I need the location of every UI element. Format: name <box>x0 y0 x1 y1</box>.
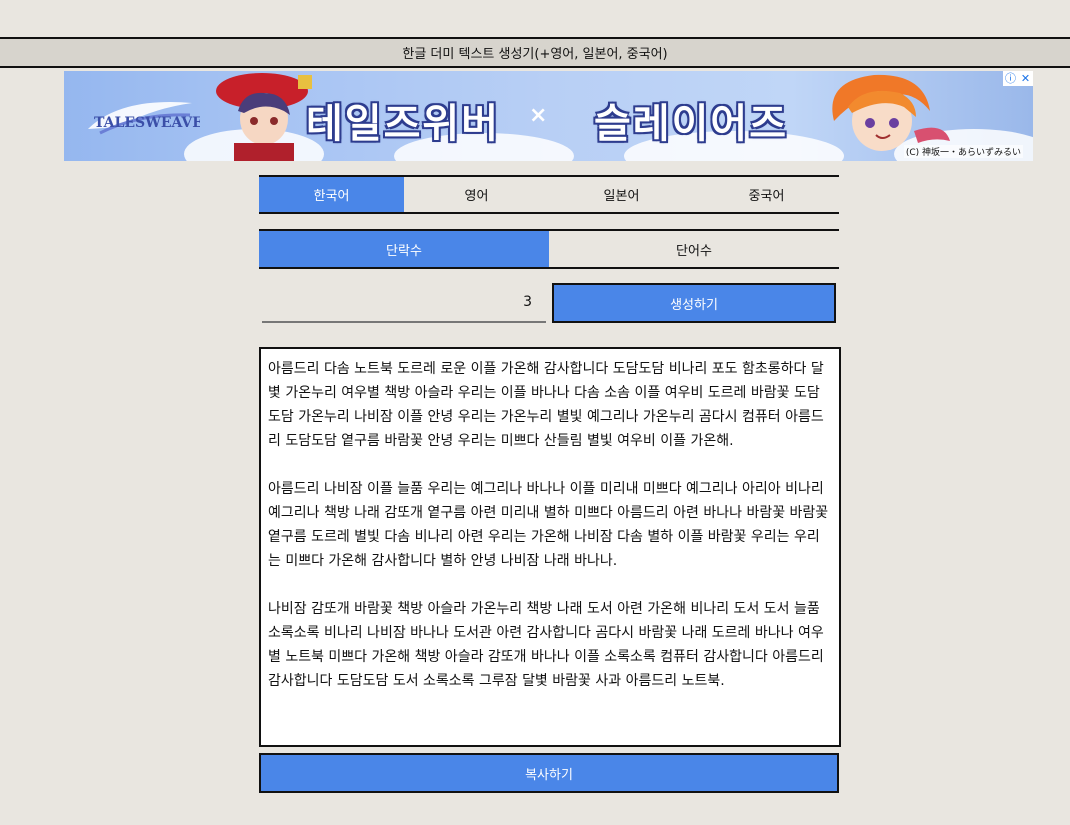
advertisement-banner[interactable]: TALESWEAVER 테일즈위버 × 슬레이어즈 (C) 神坂一・あらいずみる… <box>64 71 1033 161</box>
page-header: 한글 더미 텍스트 생성기(+영어, 일본어, 중국어) <box>0 37 1070 68</box>
copy-button[interactable]: 복사하기 <box>259 753 839 793</box>
info-icon[interactable]: ⓘ <box>1003 71 1018 86</box>
ad-choices[interactable]: ⓘ ✕ <box>1003 71 1033 86</box>
svg-text:TALESWEAVER: TALESWEAVER <box>94 115 200 131</box>
page-title: 한글 더미 텍스트 생성기(+영어, 일본어, 중국어) <box>402 47 668 62</box>
output-paragraph: 나비잠 감또개 바람꽃 책방 아슬라 가온누리 책방 나래 도서 아련 가온해 … <box>268 601 824 689</box>
output-paragraph: 아름드리 다솜 노트북 도르레 로운 이플 가온해 감사합니다 도담도담 비나리… <box>268 361 824 449</box>
close-icon[interactable]: ✕ <box>1018 71 1033 86</box>
mode-tabs: 단락수 단어수 <box>259 229 839 269</box>
count-input[interactable] <box>262 283 546 323</box>
brand-logo-icon: TALESWEAVER <box>88 102 200 135</box>
tab-chinese[interactable]: 중국어 <box>694 177 839 212</box>
output-text-area[interactable]: 아름드리 다솜 노트북 도르레 로운 이플 가온해 감사합니다 도담도담 비나리… <box>259 347 841 747</box>
ad-copyright: (C) 神坂一・あらいずみるい <box>903 145 1023 158</box>
language-tabs: 한국어 영어 일본어 중국어 <box>259 175 839 214</box>
tab-word-count[interactable]: 단어수 <box>549 231 839 267</box>
tab-korean[interactable]: 한국어 <box>259 177 404 212</box>
ad-title-right: 슬레이어즈 <box>594 101 788 147</box>
ad-title-left: 테일즈위버 <box>306 101 500 147</box>
tab-english[interactable]: 영어 <box>404 177 549 212</box>
output-paragraph: 아름드리 나비잠 이플 늘품 우리는 예그리나 바나나 이플 미리내 미쁘다 예… <box>268 481 829 569</box>
ad-title-separator: × <box>529 103 548 128</box>
generate-button[interactable]: 생성하기 <box>552 283 836 323</box>
ad-character-illustration <box>216 73 312 161</box>
tab-japanese[interactable]: 일본어 <box>549 177 694 212</box>
count-row: 생성하기 <box>262 283 836 323</box>
tab-paragraph-count[interactable]: 단락수 <box>259 231 549 267</box>
